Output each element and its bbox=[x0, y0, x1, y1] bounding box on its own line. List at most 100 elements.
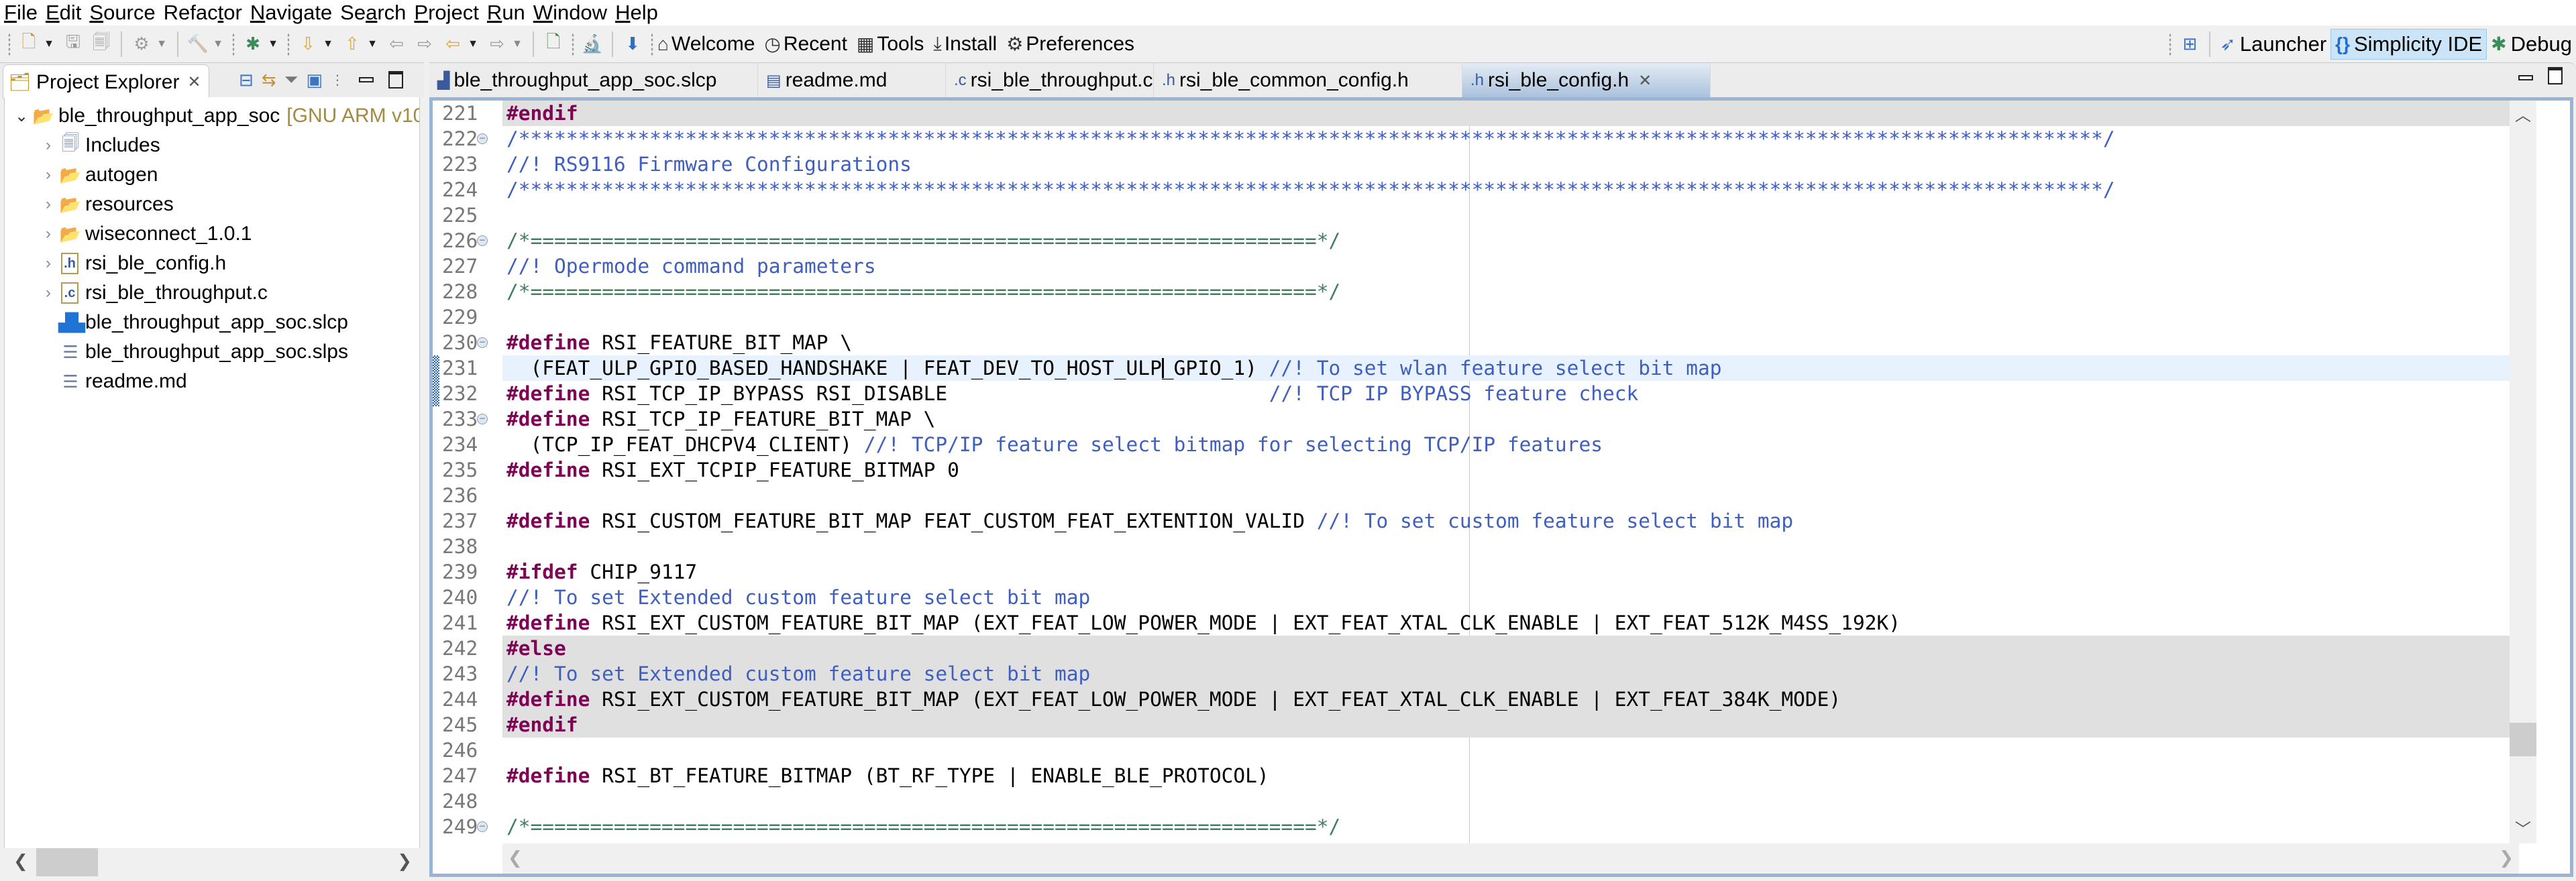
view-menu-icon[interactable]: ⋮ bbox=[331, 72, 344, 89]
editor-horizontal-scrollbar[interactable]: ❮ ❯ bbox=[502, 843, 2519, 874]
save-icon[interactable]: 🖫 bbox=[61, 32, 85, 56]
chevron-right-icon[interactable]: › bbox=[38, 166, 58, 184]
perspective-launcher[interactable]: ➶ Launcher bbox=[2216, 29, 2330, 60]
code-editor[interactable]: 221 #endif 222−/**************************… bbox=[429, 97, 2573, 877]
code-line[interactable]: 237 #define RSI_CUSTOM_FEATURE_BIT_MAP FE… bbox=[433, 508, 2519, 534]
tools-button[interactable]: ▦ Tools bbox=[857, 33, 924, 56]
scrollbar-thumb[interactable] bbox=[36, 848, 98, 876]
build-hammer-icon[interactable]: 🔨 bbox=[186, 32, 210, 56]
maximize-icon[interactable] bbox=[388, 71, 403, 89]
open-perspective-icon[interactable]: ⊞ bbox=[2178, 32, 2202, 56]
code-line[interactable]: 223 //! RS9116 Firmware Configurations bbox=[433, 152, 2519, 177]
toolbar-grip[interactable] bbox=[232, 32, 235, 56]
tree-item[interactable]: › 📂 autogen bbox=[38, 160, 158, 190]
scrollbar-thumb[interactable] bbox=[2510, 723, 2536, 756]
code-line[interactable]: 224 /************************************… bbox=[433, 177, 2519, 202]
code-line[interactable]: 234 (TCP_IP_FEAT_DHCPV4_CLIENT) //! TCP/… bbox=[433, 432, 2519, 457]
preferences-button[interactable]: ⚙ Preferences bbox=[1006, 33, 1134, 56]
install-button[interactable]: ⤓ Install bbox=[933, 33, 997, 56]
minimize-icon[interactable] bbox=[2518, 75, 2533, 80]
menu-file[interactable]: File bbox=[4, 0, 38, 25]
minimize-icon[interactable] bbox=[358, 77, 374, 82]
maximize-icon[interactable] bbox=[2548, 67, 2563, 84]
build-dropdown-icon[interactable]: ▼ bbox=[212, 38, 224, 50]
code-line[interactable]: 241 #define RSI_EXT_CUSTOM_FEATURE_BIT_MA… bbox=[433, 610, 2519, 636]
tab-project-explorer[interactable]: 🗂 Project Explorer ✕ bbox=[3, 64, 209, 99]
perspective-simplicity-ide[interactable]: {} Simplicity IDE bbox=[2330, 28, 2487, 60]
fold-collapse-icon[interactable]: − bbox=[477, 414, 488, 424]
new-project-icon[interactable]: 🗋 bbox=[541, 32, 566, 56]
code-line[interactable]: 246 bbox=[433, 738, 2519, 763]
chevron-right-icon[interactable]: › bbox=[38, 284, 58, 302]
editor-tab[interactable]: .h rsi_ble_config.h ✕ bbox=[1462, 63, 1711, 98]
code-line[interactable]: 225 bbox=[433, 202, 2519, 228]
code-line[interactable]: 247 #define RSI_BT_FEATURE_BITMAP (BT_RF_… bbox=[433, 763, 2519, 788]
perspective-debug[interactable]: ✱ Debug bbox=[2487, 29, 2576, 60]
code-line[interactable]: 245 #endif bbox=[433, 712, 2519, 738]
tree-item[interactable]: ▟▙ ble_throughput_app_soc.slcp bbox=[38, 308, 348, 337]
tree-item[interactable]: ⌄ 📂 ble_throughput_app_soc [GNU ARM v10. bbox=[11, 101, 419, 131]
menu-help[interactable]: Help bbox=[615, 0, 658, 25]
scroll-right-icon[interactable]: ❯ bbox=[2499, 847, 2514, 868]
debug-bug-icon[interactable]: ✱ bbox=[241, 32, 265, 56]
menu-edit[interactable]: Edit bbox=[46, 0, 81, 25]
code-line[interactable]: 248 bbox=[433, 788, 2519, 814]
scroll-left-icon[interactable]: ❮ bbox=[13, 851, 28, 872]
code-line[interactable]: 238 bbox=[433, 534, 2519, 559]
forward-icon[interactable]: ⇨ bbox=[485, 32, 509, 56]
scroll-down-icon[interactable]: ﹀ bbox=[2515, 816, 2531, 839]
new-dropdown-icon[interactable]: ▼ bbox=[43, 38, 55, 50]
fold-collapse-icon[interactable]: − bbox=[477, 337, 488, 348]
menu-window[interactable]: Window bbox=[533, 0, 607, 25]
code-line[interactable]: 228 /*===================================… bbox=[433, 279, 2519, 304]
toolbar-grip[interactable] bbox=[572, 32, 574, 56]
code-line[interactable]: 226−/*==================================… bbox=[433, 228, 2519, 253]
fold-collapse-icon[interactable]: − bbox=[477, 821, 488, 832]
previous-annotation-icon[interactable]: ⇧ bbox=[340, 32, 364, 56]
menu-refactor[interactable]: Refactor bbox=[164, 0, 242, 25]
last-edit-forward-icon[interactable]: ⇨ bbox=[413, 32, 437, 56]
tree-item[interactable]: › 📂 wiseconnect_1.0.1 bbox=[38, 219, 252, 249]
code-line[interactable]: 236 bbox=[433, 483, 2519, 508]
previous-annotation-dropdown-icon[interactable]: ▼ bbox=[366, 38, 378, 50]
menu-run[interactable]: Run bbox=[487, 0, 525, 25]
scroll-left-icon[interactable]: ❮ bbox=[508, 847, 523, 868]
flash-programmer-icon[interactable]: ⬇ bbox=[621, 32, 645, 56]
chevron-right-icon[interactable]: › bbox=[38, 225, 58, 243]
code-line[interactable]: 233− #define RSI_TCP_IP_FEATURE_BIT_MAP \ bbox=[433, 406, 2519, 432]
toolbar-grip[interactable] bbox=[8, 32, 11, 56]
code-line[interactable]: 244 #define RSI_EXT_CUSTOM_FEATURE_BIT_MA… bbox=[433, 687, 2519, 712]
code-text-area[interactable]: 221 #endif 222−/**************************… bbox=[433, 101, 2519, 843]
code-line[interactable]: 232 #define RSI_TCP_IP_BYPASS RSI_DISABLE… bbox=[433, 381, 2519, 406]
editor-tab[interactable]: ▟ ble_throughput_app_soc.slcp bbox=[429, 63, 758, 98]
tree-item[interactable]: › .c rsi_ble_throughput.c bbox=[38, 278, 268, 308]
debug-dropdown-icon[interactable]: ▼ bbox=[267, 38, 279, 50]
code-line[interactable]: 239 #ifdef CHIP_9117 bbox=[433, 559, 2519, 585]
next-annotation-icon[interactable]: ⇩ bbox=[296, 32, 320, 56]
menu-navigate[interactable]: Navigate bbox=[250, 0, 332, 25]
recent-button[interactable]: ◷ Recent bbox=[764, 33, 847, 56]
toolbar-grip[interactable] bbox=[651, 32, 653, 56]
chevron-right-icon[interactable]: › bbox=[38, 195, 58, 214]
menu-source[interactable]: Source bbox=[89, 0, 155, 25]
tree-item[interactable]: ☰ readme.md bbox=[38, 367, 186, 396]
toolbar-grip[interactable] bbox=[287, 32, 290, 56]
menu-search[interactable]: Search bbox=[340, 0, 406, 25]
back-dropdown-icon[interactable]: ▼ bbox=[467, 38, 479, 50]
code-line[interactable]: 242 #else bbox=[433, 636, 2519, 661]
si-icon[interactable]: ▣ bbox=[306, 70, 323, 91]
save-all-icon[interactable]: 🗐 bbox=[89, 32, 113, 56]
toolbar-grip[interactable] bbox=[2169, 32, 2172, 56]
code-line[interactable]: 229 bbox=[433, 304, 2519, 330]
new-icon[interactable]: 🗋 bbox=[17, 32, 41, 56]
code-line[interactable]: 230− #define RSI_FEATURE_BIT_MAP \ bbox=[433, 330, 2519, 355]
microscope-icon[interactable]: 🔬 bbox=[580, 32, 604, 56]
editor-vertical-scrollbar[interactable]: ︿ ﹀ bbox=[2510, 101, 2536, 843]
chevron-right-icon[interactable]: › bbox=[38, 136, 58, 155]
build-configuration-icon[interactable]: ⚙ bbox=[129, 32, 154, 56]
editor-tab[interactable]: .h rsi_ble_common_config.h bbox=[1154, 63, 1462, 98]
fold-collapse-icon[interactable]: − bbox=[477, 235, 488, 246]
menu-project[interactable]: Project bbox=[414, 0, 479, 25]
code-line[interactable]: 249−/*==================================… bbox=[433, 814, 2519, 839]
chevron-down-icon[interactable]: ⌄ bbox=[11, 107, 32, 126]
